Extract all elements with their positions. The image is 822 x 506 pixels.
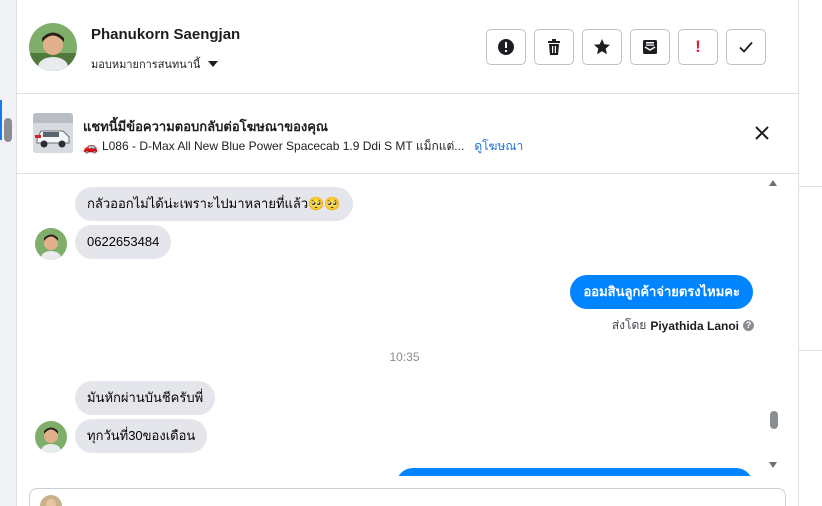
incoming-message[interactable]: 0622653484: [75, 225, 172, 259]
ad-reply-title: แชทนี้มีข้อความตอบกลับต่อโฆษณาของคุณ: [83, 119, 328, 134]
outgoing-message[interactable]: ออมสินลูกค้าจ่ายตรงไหมคะ: [570, 275, 753, 309]
contact-avatar-small[interactable]: [35, 421, 67, 453]
mark-spam-button[interactable]: !: [678, 29, 718, 65]
conversation-window: Phanukorn Saengjan มอบหมายการสนทนานี้ !: [0, 0, 822, 506]
details-divider: [799, 350, 822, 351]
mark-done-button[interactable]: [726, 29, 766, 65]
sent-by-prefix: ส่งโดย: [611, 318, 647, 332]
conversation-actions: !: [486, 29, 766, 65]
check-icon: [739, 41, 753, 53]
sender-name: Piyathida Lanoi: [650, 318, 739, 333]
scroll-up-icon[interactable]: [769, 180, 777, 186]
contact-avatar[interactable]: [29, 23, 77, 71]
incoming-message[interactable]: ทุกวันที่30ของเดือน: [75, 419, 208, 453]
close-icon[interactable]: [753, 124, 771, 142]
message-thread[interactable]: กลัวออกไม่ได้น่ะเพราะไปมาหลายที่แล้ว🥺🥺 0…: [17, 174, 798, 476]
mark-follow-up-button[interactable]: [486, 29, 526, 65]
thread-scrollbar[interactable]: [765, 174, 781, 476]
ad-description: L086 - D-Max All New Blue Power Spacecab…: [101, 139, 465, 153]
ad-reply-banner: แชทนี้มีข้อความตอบกลับต่อโฆษณาของคุณ 🚗 L…: [17, 94, 798, 174]
details-divider: [799, 186, 822, 187]
message-timestamp: 10:35: [389, 350, 420, 364]
view-ad-link[interactable]: ดูโฆษณา: [474, 137, 523, 156]
conversation-list-edge: [0, 0, 17, 506]
ad-thumbnail[interactable]: [33, 113, 73, 153]
chevron-down-icon: [208, 61, 219, 67]
outgoing-message-partial[interactable]: [396, 468, 753, 476]
conversation-header: Phanukorn Saengjan มอบหมายการสนทนานี้ !: [17, 0, 798, 94]
star-button[interactable]: [582, 29, 622, 65]
archive-button[interactable]: [630, 29, 670, 65]
alert-icon: [498, 39, 514, 55]
selected-conversation-accent: [0, 100, 2, 140]
spam-icon: !: [695, 37, 701, 56]
car-icon: 🚗: [83, 139, 98, 154]
delete-button[interactable]: [534, 29, 574, 65]
page-avatar: [40, 495, 62, 506]
star-icon: [594, 39, 610, 55]
scrollbar-thumb[interactable]: [770, 411, 778, 429]
contact-avatar-small[interactable]: [35, 228, 67, 260]
message-composer[interactable]: [29, 488, 786, 506]
archive-icon: [643, 40, 657, 54]
incoming-message[interactable]: กลัวออกไม่ได้น่ะเพราะไปมาหลายที่แล้ว🥺🥺: [75, 187, 353, 221]
trash-icon: [548, 39, 560, 55]
help-icon[interactable]: ?: [743, 320, 754, 331]
sent-by-label: ส่งโดย Piyathida Lanoi ?: [612, 316, 754, 335]
assign-conversation-dropdown[interactable]: มอบหมายการสนทนานี้: [91, 55, 219, 73]
scroll-down-icon[interactable]: [769, 462, 777, 468]
conversation-list-scrollbar[interactable]: [4, 118, 12, 142]
incoming-message[interactable]: มันหักผ่านบันชีครับพี่: [75, 381, 216, 415]
assign-conversation-label: มอบหมายการสนทนานี้: [91, 59, 201, 71]
details-panel-edge: [798, 0, 822, 506]
ad-description-row: 🚗 L086 - D-Max All New Blue Power Spacec…: [83, 137, 523, 156]
contact-name[interactable]: Phanukorn Saengjan: [91, 26, 240, 43]
